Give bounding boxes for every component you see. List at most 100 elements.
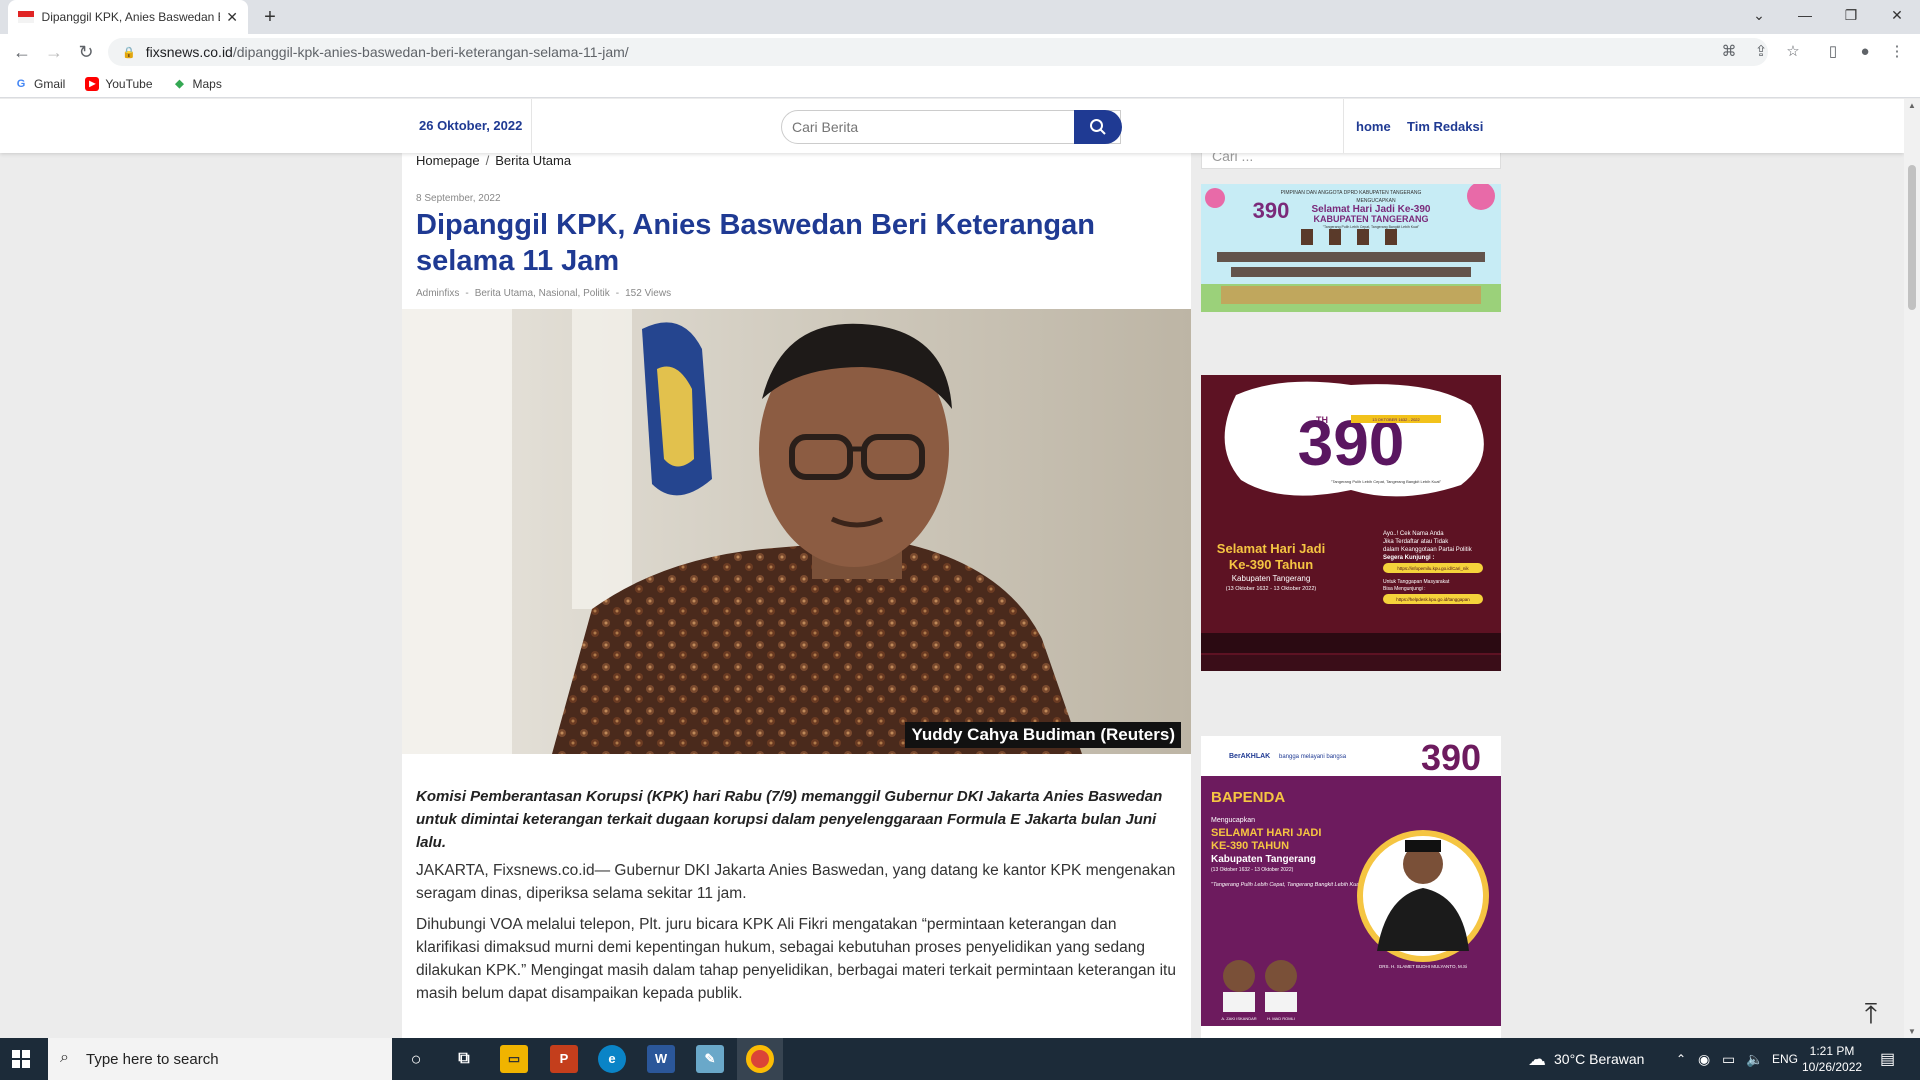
author-link[interactable]: Adminfixs <box>416 288 459 299</box>
banner3-line: Kabupaten Tangerang <box>1211 854 1316 865</box>
weather-widget[interactable]: ☁ 30°C Berawan <box>1528 1038 1644 1080</box>
maps-icon: ◆ <box>175 77 184 90</box>
language-indicator[interactable]: ENG <box>1772 1038 1798 1080</box>
cortana-icon[interactable]: ○ <box>402 1045 430 1073</box>
notepad-icon[interactable]: ✎ <box>696 1045 724 1073</box>
bookmark-star-icon[interactable]: ☆ <box>1783 42 1803 62</box>
banner3-line: KE-390 TAHUN <box>1211 840 1289 852</box>
category-links[interactable]: Berita Utama, Nasional, Politik <box>475 288 610 299</box>
breadcrumb: Homepage / Berita Utama <box>416 153 571 168</box>
nav-home[interactable]: home <box>1356 119 1391 134</box>
scroll-up-icon[interactable]: ▲ <box>1904 101 1920 110</box>
tab-title: Dipanggil KPK, Anies Baswedan Beri Keter… <box>41 10 221 24</box>
reload-icon[interactable]: ↻ <box>74 40 98 64</box>
volume-muted-icon[interactable]: 🔈 <box>1746 1038 1763 1080</box>
minimize-button[interactable]: — <box>1782 0 1828 30</box>
scrollbar-thumb[interactable] <box>1908 165 1916 310</box>
site-favicon-icon <box>18 11 34 23</box>
banner3-line: BAPENDA <box>1211 789 1285 806</box>
gmail-icon: G <box>16 77 26 90</box>
back-to-top-icon[interactable]: ⤒ <box>1856 999 1886 1029</box>
browser-title-bar: Dipanggil KPK, Anies Baswedan Beri Keter… <box>0 0 1920 34</box>
breadcrumb-category[interactable]: Berita Utama <box>495 153 571 168</box>
site-search-input[interactable] <box>782 111 1062 143</box>
chrome-icon[interactable] <box>746 1045 774 1073</box>
site-search-button[interactable] <box>1074 110 1122 144</box>
banner3-line: DRS. H. SLAMET BUDHI MULYANTO, M.Si <box>1379 964 1467 969</box>
banner-kpu-tangerang[interactable]: TH 390 13 OKTOBER 1632 - 2022 "Tangerang… <box>1201 375 1501 671</box>
forward-arrow-icon[interactable]: → <box>42 40 66 64</box>
browser-toolbar: ← → ↻ 🔒 fixsnews.co.id/dipanggil-kpk-ani… <box>0 34 1920 70</box>
header-divider <box>1343 99 1344 153</box>
edge-icon[interactable]: e <box>598 1045 626 1073</box>
tab-close-icon[interactable]: ✕ <box>226 9 238 26</box>
banner2-line: "Tangerang Pulih Lebih Cepat, Tangerang … <box>1331 479 1442 484</box>
search-icon: ⌕ <box>60 1049 69 1066</box>
side-panel-icon[interactable]: ▯ <box>1823 42 1843 62</box>
banner2-line: 13 OKTOBER 1632 - 2022 <box>1372 417 1420 422</box>
profile-avatar-icon[interactable]: ● <box>1855 42 1875 62</box>
banner2-line: Bisa Mengunjungi : <box>1383 586 1426 592</box>
view-count: 152 Views <box>625 288 672 299</box>
banner3-line: SELAMAT HARI JADI <box>1211 827 1321 839</box>
powerpoint-icon[interactable]: P <box>550 1045 578 1073</box>
url-host: fixsnews.co.id <box>145 44 233 60</box>
taskbar-search-placeholder: Type here to search <box>86 1050 219 1068</box>
browser-tab[interactable]: Dipanggil KPK, Anies Baswedan Beri Keter… <box>8 0 248 34</box>
maximize-button[interactable]: ❐ <box>1828 0 1874 30</box>
banner-dprd-tangerang[interactable]: PIMPINAN DAN ANGGOTA DPRD KABUPATEN TANG… <box>1201 184 1501 312</box>
windows-taskbar: ⌕ Type here to search ○ ⧉ ▭ P e W ✎ ☁ 30… <box>0 1038 1920 1080</box>
banner3-line: BerAKHLAK <box>1229 753 1270 760</box>
banner-bapenda-graphic: BerAKHLAK bangga melayani bangsa 390 BAP… <box>1201 736 1501 1038</box>
banner2-line: dalam Keanggotaan Partai Politik <box>1383 547 1473 553</box>
bookmark-gmail[interactable]: G Gmail <box>14 77 66 91</box>
taskbar-search-box[interactable]: ⌕ Type here to search <box>48 1038 392 1080</box>
nav-tim-redaksi[interactable]: Tim Redaksi <box>1407 119 1483 134</box>
word-icon[interactable]: W <box>647 1045 675 1073</box>
page-scrollbar[interactable]: ▲ ▼ <box>1904 99 1920 1038</box>
banner3-line: "Tangerang Pulih Lebih Cepat, Tangerang … <box>1211 882 1364 888</box>
back-arrow-icon[interactable]: ← <box>10 40 34 64</box>
banner2-line: (13 Oktober 1632 - 13 Oktober 2022) <box>1226 586 1317 592</box>
meet-now-icon[interactable]: ◉ <box>1698 1038 1710 1080</box>
translate-icon[interactable]: ⌘ <box>1719 42 1739 62</box>
bookmark-youtube[interactable]: ▶ YouTube <box>85 76 153 91</box>
article-meta: Adminfixs - Berita Utama, Nasional, Politi… <box>416 288 672 299</box>
notification-icon[interactable]: ▤ <box>1880 1038 1895 1080</box>
file-explorer-icon[interactable]: ▭ <box>500 1045 528 1073</box>
banner3-line: A. ZAKI ISKANDAR <box>1221 1016 1256 1021</box>
banner1-line: "Tangerang Pulih Lebih Cepat, Tangerang … <box>1323 225 1420 229</box>
bookmark-label: Maps <box>192 76 222 91</box>
taskbar-clock[interactable]: 1:21 PM 10/26/2022 <box>1802 1043 1862 1075</box>
bookmarks-bar: G Gmail ▶ YouTube ◆ Maps <box>0 70 1920 98</box>
bookmark-label: YouTube <box>105 76 153 91</box>
article-container: Homepage / Berita Utama 8 September, 2022 … <box>402 153 1191 1038</box>
address-bar[interactable]: 🔒 fixsnews.co.id/dipanggil-kpk-anies-bas… <box>108 38 1768 66</box>
tray-chevron-icon[interactable]: ⌃ <box>1676 1038 1686 1080</box>
banner-bapenda-tangerang[interactable]: BerAKHLAK bangga melayani bangsa 390 BAP… <box>1201 736 1501 1038</box>
banner2-line: https://infopemilu.kpu.go.id/Cari_nik <box>1397 566 1469 571</box>
menu-kebab-icon[interactable]: ⋮ <box>1887 42 1907 62</box>
page-viewport: 26 Oktober, 2022 home Tim Redaksi Homepa… <box>0 99 1904 1038</box>
close-window-button[interactable]: ✕ <box>1874 0 1920 30</box>
share-icon[interactable]: ⇪ <box>1751 42 1771 62</box>
scroll-down-icon[interactable]: ▼ <box>1904 1027 1920 1036</box>
banner-kpu-graphic: TH 390 13 OKTOBER 1632 - 2022 "Tangerang… <box>1201 375 1501 671</box>
breadcrumb-homepage[interactable]: Homepage <box>416 153 480 168</box>
tab-search-icon[interactable]: ⌄ <box>1736 0 1782 30</box>
banner2-line: Segera Kunjungi : <box>1383 555 1434 561</box>
banner2-line: Kabupaten Tangerang <box>1232 574 1311 583</box>
sidebar: Cari ... PIMPINAN DAN ANGGOTA DPRD KABUP… <box>1201 141 1501 1038</box>
banner-dprd-graphic: PIMPINAN DAN ANGGOTA DPRD KABUPATEN TANG… <box>1201 184 1501 312</box>
banner2-line: Untuk Tanggapan Masyarakat <box>1383 579 1450 585</box>
cloud-icon: ☁ <box>1528 1048 1546 1069</box>
task-view-icon[interactable]: ⧉ <box>450 1045 478 1073</box>
lock-icon[interactable]: 🔒 <box>122 46 136 59</box>
bookmark-maps[interactable]: ◆ Maps <box>173 77 222 91</box>
windows-start-icon[interactable] <box>12 1050 30 1068</box>
article-lead: Komisi Pemberantasan Korupsi (KPK) hari … <box>416 788 1163 851</box>
network-icon[interactable]: ▭ <box>1722 1038 1735 1080</box>
new-tab-button[interactable]: + <box>258 5 282 29</box>
article-paragraph: Dihubungi VOA melalui telepon, Plt. juru… <box>416 916 1176 1002</box>
banner2-line: Jika Terdaftar atau Tidak <box>1383 539 1449 545</box>
